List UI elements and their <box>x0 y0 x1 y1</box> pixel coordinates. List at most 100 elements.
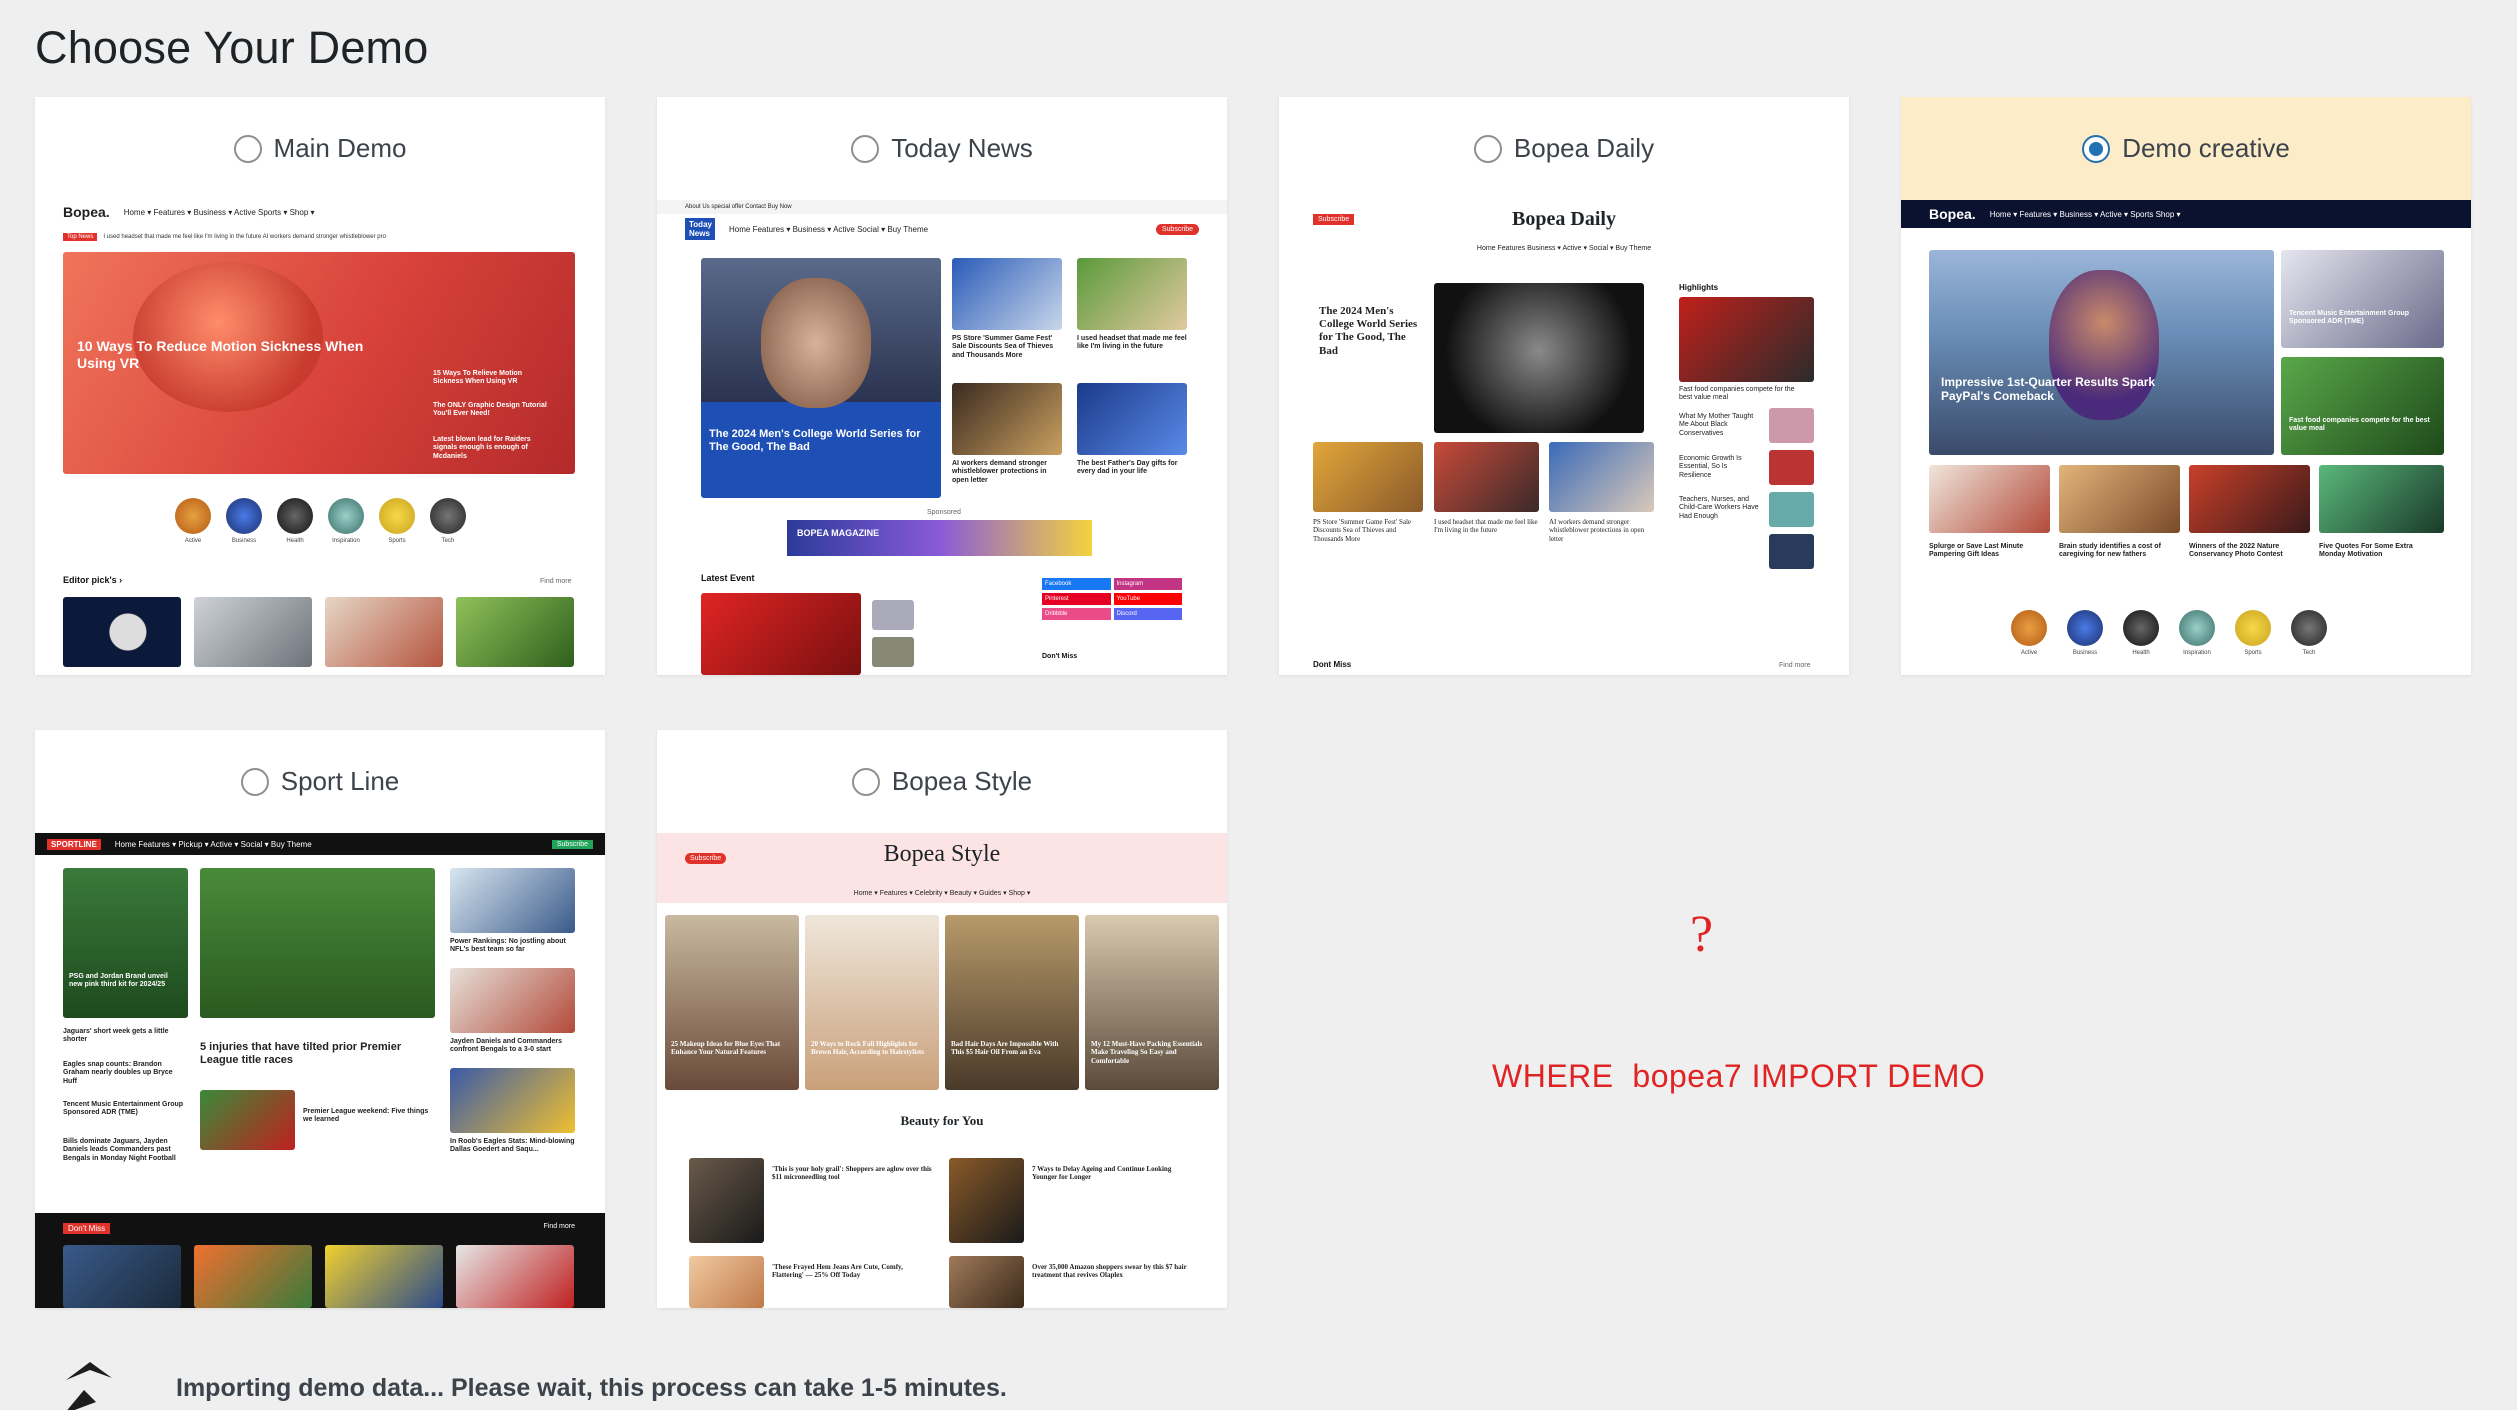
preview-logo: SPORTLINE <box>47 838 101 850</box>
demo-card-bopea-daily[interactable]: Bopea Daily Subscribe Bopea Daily Home F… <box>1279 97 1849 675</box>
row-title: Brain study identifies a cost of caregiv… <box>2059 543 2161 559</box>
thumb-premier <box>200 1090 295 1150</box>
demo-label: Bopea Daily <box>1513 133 1655 163</box>
hero-side-2: The ONLY Graphic Design Tutorial You'll … <box>433 402 547 418</box>
demo-card-header[interactable]: Bopea Style <box>657 730 1227 833</box>
demo-card-bopea-style[interactable]: Bopea Style Subscribe Bopea Style Home ▾… <box>657 730 1227 1308</box>
radio-demo-creative[interactable] <box>2082 134 2111 163</box>
dont-miss-strip: Don't Miss Find more <box>35 1213 605 1308</box>
demo-preview-image[interactable]: About Us special offer Contact Buy Now T… <box>657 200 1227 675</box>
demo-card-header[interactable]: Demo creative <box>1901 97 2471 200</box>
radio-bopea-style[interactable] <box>851 767 880 796</box>
preview-logo: Bopea. <box>63 204 110 220</box>
thumb-latest <box>701 593 861 675</box>
beauty-title: Over 35,000 Amazon shoppers swear by thi… <box>1032 1263 1187 1280</box>
preview-nav: Today News Home Features ▾ Business ▾ Ac… <box>657 214 1227 244</box>
thumb-small <box>1769 534 1814 569</box>
category-circle <box>2067 610 2103 646</box>
thumb-handshake <box>952 258 1062 330</box>
sponsored-banner: BOPEA MAGAZINE <box>787 520 1092 556</box>
hero-side-1: 15 Ways To Relieve Motion Sickness When … <box>433 370 523 386</box>
category-label: Business <box>2072 650 2098 656</box>
highlight-1: Fast food companies compete for the best… <box>1679 386 1795 402</box>
tile-title: 20 Ways to Rock Fall Highlights for Brow… <box>811 1040 924 1057</box>
demo-card-sport-line[interactable]: Sport Line SPORTLINE Home Features ▾ Pic… <box>35 730 605 1308</box>
tile-title: 25 Makeup Ideas for Blue Eyes That Enhan… <box>671 1040 781 1057</box>
main-title: 5 injuries that have tilted prior Premie… <box>200 1041 402 1067</box>
preview-logo: Bopea Daily <box>1512 208 1616 230</box>
section-title: Editor pick's › <box>63 575 123 585</box>
demo-label: Sport Line <box>280 766 400 796</box>
grid-title: I used headset that made me feel like I'… <box>1434 518 1538 535</box>
preview-hero <box>1434 283 1644 433</box>
thumb-fashion-4: My 12 Must-Have Packing Essentials Make … <box>1085 915 1219 1090</box>
demo-card-header[interactable]: Today News <box>657 97 1227 200</box>
page-title: Choose Your Demo <box>35 22 429 73</box>
thumb-match <box>325 1245 443 1308</box>
demo-preview-image[interactable]: SPORTLINE Home Features ▾ Pickup ▾ Activ… <box>35 833 605 1308</box>
preview-ticker: Top News I used headset that made me fee… <box>63 230 577 244</box>
thumb-small <box>872 600 914 630</box>
import-status-text: Importing demo data... Please wait, this… <box>176 1373 1007 1402</box>
dont-miss-label: Don't Miss <box>63 1223 111 1234</box>
thumb-side-1: Tencent Music Entertainment Group Sponso… <box>2281 250 2444 348</box>
radio-main-demo[interactable] <box>233 134 262 163</box>
social-youtube: YouTube <box>1113 593 1182 605</box>
demo-card-main[interactable]: Main Demo Bopea. Home ▾ Features ▾ Busin… <box>35 97 605 675</box>
thumb-tram <box>1313 442 1423 512</box>
list-title: Jaguars' short week gets a little shorte… <box>63 1028 169 1044</box>
thumb-small <box>1769 492 1814 527</box>
category-circle <box>379 498 415 534</box>
thumb-hockey <box>450 868 575 933</box>
demo-preview-image[interactable]: Bopea. Home ▾ Features ▾ Business ▾ Acti… <box>1901 200 2471 675</box>
hero-title: The 2024 Men's College World Series for … <box>709 428 921 454</box>
side-title: In Roob's Eagles Stats: Mind-blowing Dal… <box>450 1138 575 1154</box>
thumb-soccer <box>1077 258 1187 330</box>
thumb-fashion-1: 25 Makeup Ideas for Blue Eyes That Enhan… <box>665 915 799 1090</box>
demo-card-header[interactable]: Bopea Daily <box>1279 97 1849 200</box>
tile-title: My 12 Must-Have Packing Essentials Make … <box>1091 1040 1203 1065</box>
demo-preview-image[interactable]: Subscribe Bopea Daily Home Features Busi… <box>1279 200 1849 675</box>
demo-label: Main Demo <box>273 133 407 163</box>
card-title: The best Father's Day gifts for every da… <box>1077 460 1178 476</box>
thumb-row <box>2319 465 2444 533</box>
demo-preview-image[interactable]: Bopea. Home ▾ Features ▾ Business ▾ Acti… <box>35 200 605 675</box>
dont-miss-label: Don't Miss <box>1042 653 1078 660</box>
demo-card-header[interactable]: Main Demo <box>35 97 605 200</box>
thumb-hockey-3 <box>450 1068 575 1133</box>
radio-today-news[interactable] <box>851 134 880 163</box>
social-instagram: Instagram <box>1113 578 1182 590</box>
demo-label: Today News <box>891 133 1033 163</box>
demo-card-today-news[interactable]: Today News About Us special offer Contac… <box>657 97 1227 675</box>
hero-title: The 2024 Men's College World Series for … <box>1319 305 1418 357</box>
social-dribbble: Dribbble <box>1042 608 1111 620</box>
annotation-question-mark: ? <box>1690 906 1714 963</box>
preview-menu: Home Features Business ▾ Active ▾ Social… <box>1476 245 1652 252</box>
highlight-2: What My Mother Taught Me About Black Con… <box>1679 413 1754 437</box>
preview-menu: Home Features ▾ Pickup ▾ Active ▾ Social… <box>114 839 312 849</box>
find-more-link: Find more <box>540 578 572 585</box>
thumb-row <box>2189 465 2310 533</box>
thumb-small <box>872 637 914 667</box>
demo-card-header[interactable]: Sport Line <box>35 730 605 833</box>
thumb-moon <box>63 597 181 667</box>
category-circle <box>2235 610 2271 646</box>
social-counters: Facebook Instagram Pinterest YouTube Dri… <box>1042 578 1182 620</box>
preview-nav: Bopea. Home ▾ Features ▾ Business ▾ Acti… <box>35 200 605 224</box>
preview-menu: Home Features ▾ Business ▾ Active Social… <box>729 224 929 234</box>
tile-title: Bad Hair Days Are Impossible With This $… <box>951 1040 1059 1057</box>
radio-bopea-daily[interactable] <box>1473 134 1502 163</box>
demo-preview-image[interactable]: Subscribe Bopea Style Home ▾ Features ▾ … <box>657 833 1227 1308</box>
thumb-row <box>1929 465 2050 533</box>
thumb-main-soccer <box>200 868 435 1018</box>
demo-card-demo-creative[interactable]: Demo creative Bopea. Home ▾ Features ▾ B… <box>1901 97 2471 675</box>
thumb-fashion-2: 20 Ways to Rock Fall Highlights for Brow… <box>805 915 939 1090</box>
subscribe-button: Subscribe <box>551 839 593 849</box>
section-title: Latest Event <box>701 573 755 583</box>
thumb-beauty <box>949 1158 1024 1243</box>
radio-sport-line[interactable] <box>240 767 269 796</box>
category-circle <box>328 498 364 534</box>
grid-title: AI workers demand stronger whistleblower… <box>1549 518 1645 543</box>
category-label: Inspiration <box>2183 650 2211 656</box>
loading-spinner-icon <box>60 1360 116 1410</box>
